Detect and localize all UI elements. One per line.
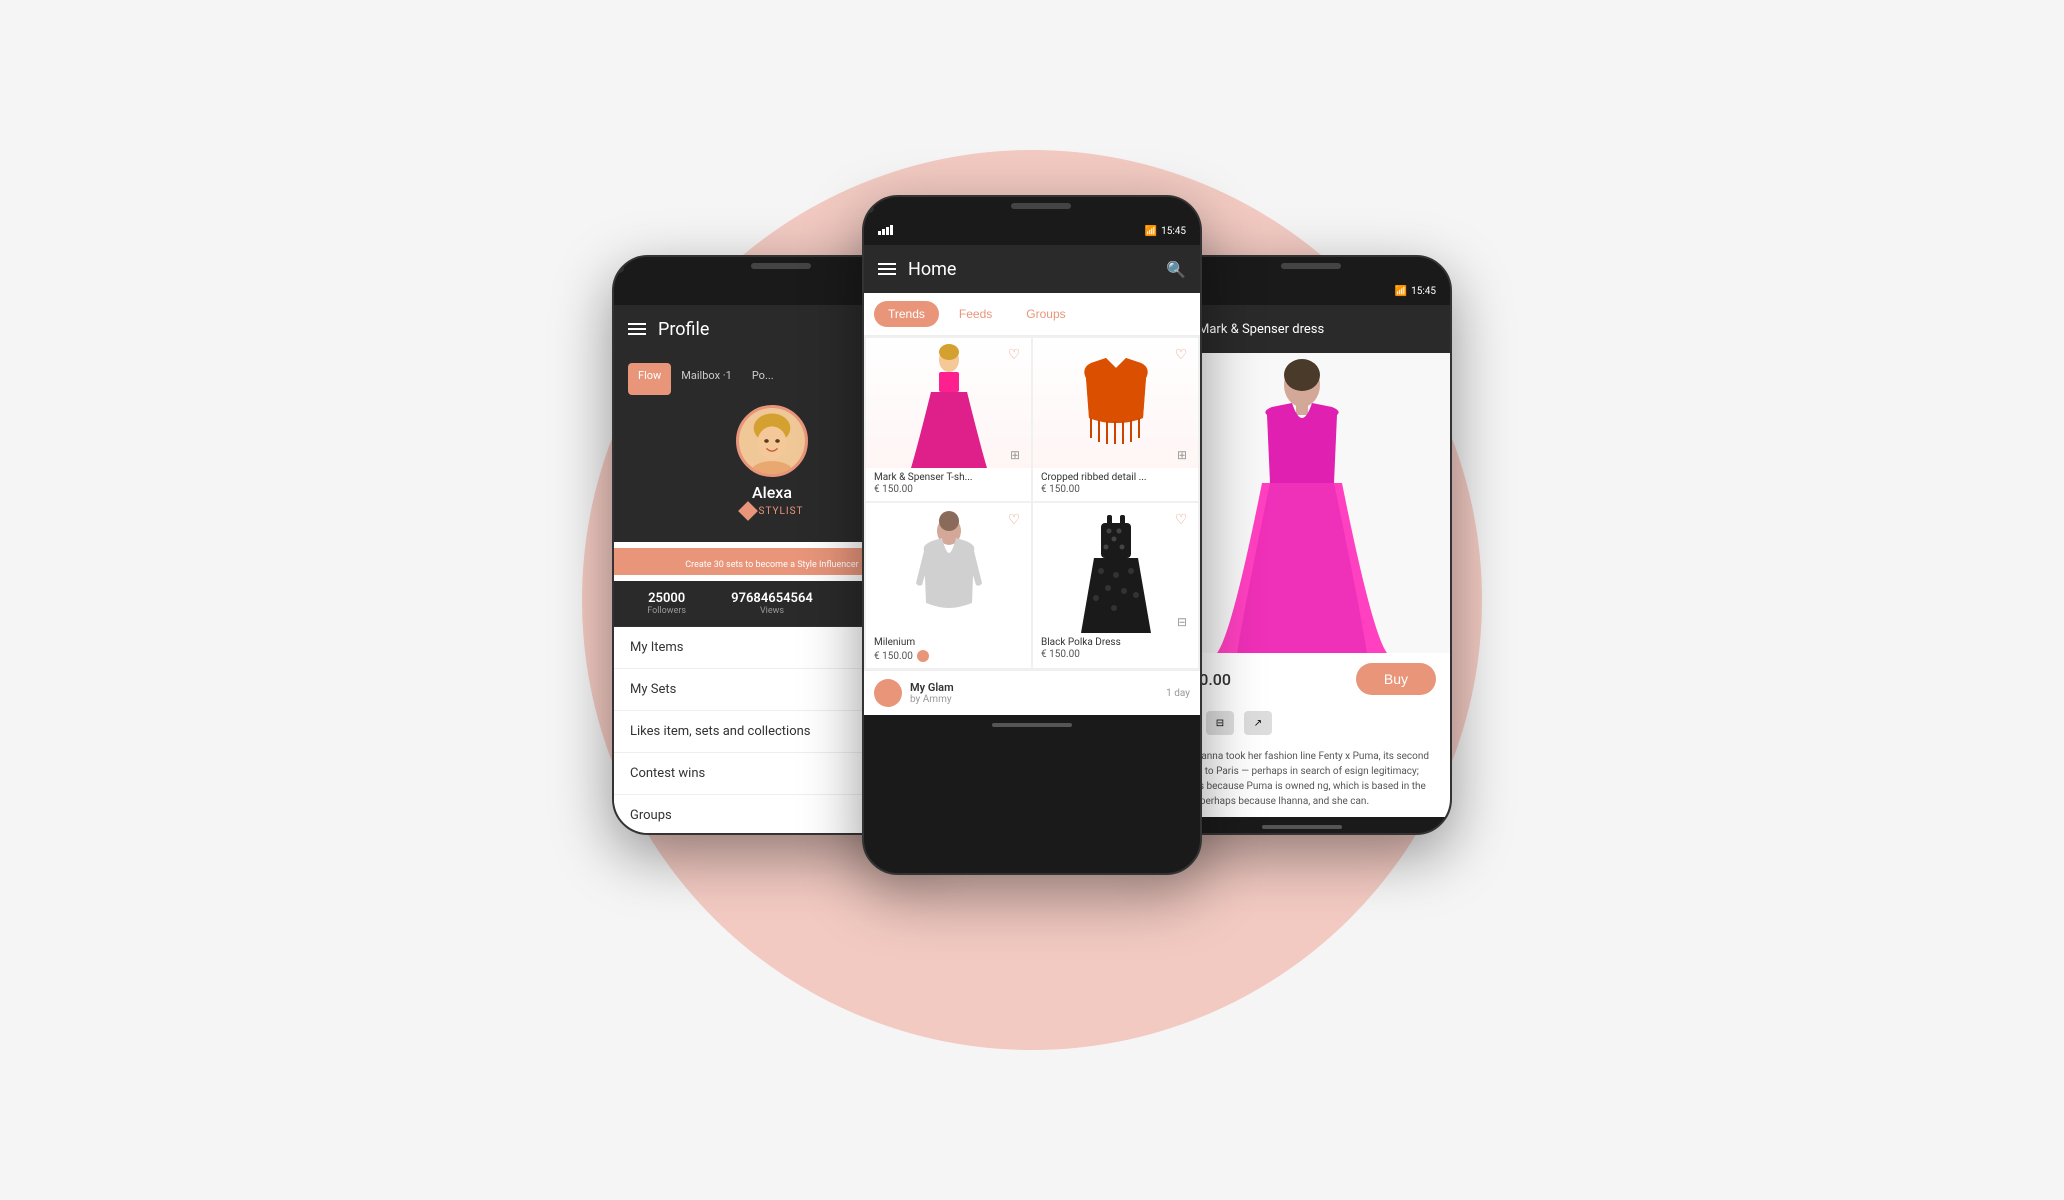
product-info-2: Cropped ribbed detail ... € 150.00	[1033, 468, 1198, 501]
top-svg-2	[1071, 338, 1161, 468]
stat-views: 97684654564 Views	[719, 591, 824, 616]
home-tabs: Trends Feeds Groups	[864, 293, 1200, 336]
product-info-1: Mark & Spenser T-sh... € 150.00	[866, 468, 1031, 501]
speaker-left	[751, 263, 811, 269]
time-center: 15:45	[1161, 226, 1186, 237]
group-by: by Ammy	[910, 694, 1158, 705]
followers-value: 25000	[614, 591, 719, 606]
bookmark-btn-2[interactable]: ⊞	[1172, 443, 1192, 467]
status-right-right: 📶 15:45	[1395, 286, 1436, 297]
views-label: Views	[719, 606, 824, 616]
product-card-4[interactable]: ♡ ⊟ Black Polka Dress € 150.00	[1033, 503, 1198, 668]
products-grid: ♡ ⊞ Mark & Spenser T-sh... € 150.00	[864, 336, 1200, 670]
tab-mailbox[interactable]: Mailbox ·1	[671, 363, 742, 395]
signal-center	[878, 225, 893, 235]
stylist-badge: STYLIST	[741, 504, 804, 518]
tab-feeds[interactable]: Feeds	[945, 301, 1006, 327]
home-indicator-right	[1262, 825, 1342, 829]
stylist-label: STYLIST	[759, 506, 804, 517]
group-notification[interactable]: My Glam by Ammy 1 day	[864, 670, 1200, 715]
heart-btn-1[interactable]: ♡	[1003, 344, 1025, 366]
bookmark-btn-1[interactable]: ⊞	[1005, 443, 1025, 467]
product-price-4: € 150.00	[1041, 649, 1190, 660]
phone-home: 📶 15:45 Home 🔍 Trends Feeds Groups	[862, 195, 1202, 875]
product-price-2: € 150.00	[1041, 484, 1190, 495]
product-name-3: Milenium	[874, 637, 1023, 648]
product-card-1[interactable]: ♡ ⊞ Mark & Spenser T-sh... € 150.00	[866, 338, 1031, 501]
detail-dress-svg	[1212, 353, 1392, 653]
group-avatar	[874, 679, 902, 707]
profile-name: Alexa	[752, 483, 792, 502]
product-price-1: € 150.00	[874, 484, 1023, 495]
product-color-3: € 150.00	[874, 650, 1023, 662]
speaker-center	[1011, 203, 1071, 209]
wifi-center: 📶	[1145, 226, 1157, 237]
speaker-right	[1281, 263, 1341, 269]
phone-top-bar-center	[864, 197, 1200, 217]
tab-groups[interactable]: Groups	[1012, 301, 1079, 327]
heart-btn-2[interactable]: ♡	[1170, 344, 1192, 366]
detail-title: Mark & Spenser dress	[1198, 322, 1436, 337]
product-info-3: Milenium € 150.00	[866, 633, 1031, 668]
home-indicator-center	[992, 723, 1072, 727]
phones-container: ▾ 🔋 Profile Flow Mailbox ·1 Po...	[582, 175, 1482, 1025]
tab-trends[interactable]: Trends	[874, 301, 939, 327]
group-name: My Glam	[910, 681, 1158, 694]
product-card-2[interactable]: ♡ ⊞ Cropped ribbed detail ... € 150.00	[1033, 338, 1198, 501]
home-app-bar: Home 🔍	[864, 245, 1200, 293]
home-title: Home	[908, 259, 1166, 280]
status-right-center: 📶 15:45	[1145, 226, 1186, 237]
phone-bottom-center	[864, 715, 1200, 735]
camera-left	[614, 263, 624, 273]
heart-btn-3[interactable]: ♡	[1003, 509, 1025, 531]
product-card-3[interactable]: ♡ Milenium € 150.00	[866, 503, 1031, 668]
color-dot-3	[917, 650, 929, 662]
avatar-svg	[739, 405, 805, 477]
menu-icon-center[interactable]	[878, 263, 896, 275]
dress-svg-1	[909, 338, 989, 468]
status-bar-center: 📶 15:45	[864, 217, 1200, 245]
group-text: My Glam by Ammy	[910, 681, 1158, 705]
wifi-right: 📶	[1395, 286, 1407, 297]
heart-btn-4[interactable]: ♡	[1170, 509, 1192, 531]
sweatshirt-svg-3	[904, 503, 994, 633]
product-price-3: € 150.00	[874, 651, 913, 662]
product-info-4: Black Polka Dress € 150.00	[1033, 633, 1198, 666]
home-screen: Trends Feeds Groups	[864, 293, 1200, 715]
product-name-4: Black Polka Dress	[1041, 637, 1190, 648]
avatar	[736, 405, 808, 477]
product-name-1: Mark & Spenser T-sh...	[874, 472, 1023, 483]
bookmark-btn-4[interactable]: ⊟	[1172, 610, 1192, 634]
group-time: 1 day	[1166, 688, 1190, 699]
tab-flow[interactable]: Flow	[628, 363, 671, 395]
camera-center	[864, 203, 874, 213]
progress-text: Create 30 sets to become a Style Influen…	[685, 560, 858, 570]
status-left-center	[878, 225, 896, 238]
search-icon[interactable]: 🔍	[1166, 260, 1186, 279]
diamond-icon	[738, 501, 758, 521]
followers-label: Followers	[614, 606, 719, 616]
share-icon[interactable]: ↗	[1244, 711, 1272, 735]
buy-button[interactable]: Buy	[1356, 663, 1436, 695]
tab-posts[interactable]: Po...	[742, 363, 784, 395]
menu-icon-left[interactable]	[628, 323, 646, 335]
product-name-2: Cropped ribbed detail ...	[1041, 472, 1190, 483]
grid-icon-2[interactable]: ⊟	[1206, 711, 1234, 735]
views-value: 97684654564	[719, 591, 824, 606]
stat-followers: 25000 Followers	[614, 591, 719, 616]
polka-svg-4	[1076, 503, 1156, 633]
time-right: 15:45	[1411, 286, 1436, 297]
